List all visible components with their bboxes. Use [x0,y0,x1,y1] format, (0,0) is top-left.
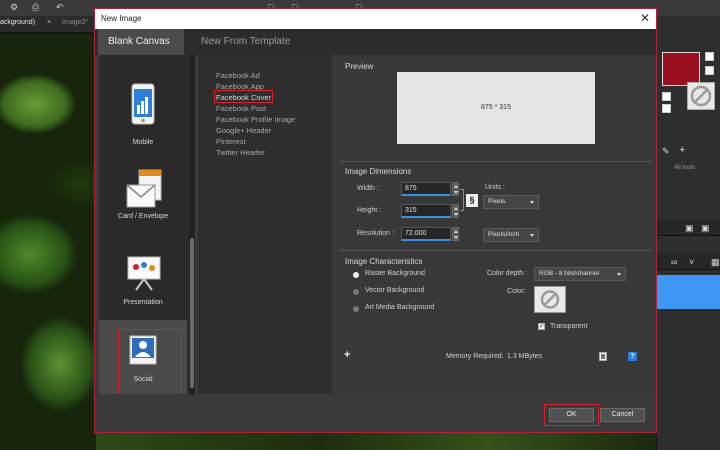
selected-layer-row[interactable] [657,275,720,309]
highlight-box [214,90,273,103]
new-image-dialog: New Image ✕ Blank Canvas New From Templa… [94,8,657,433]
panel-icon[interactable]: ▣ [701,224,710,233]
add-preset-icon[interactable]: + [344,350,350,361]
link-aspect-icon[interactable]: § [466,194,478,207]
dialog-title: New Image [101,14,142,23]
transparent-label[interactable]: Transparent [550,323,587,330]
aspect-bracket [460,189,464,211]
all-tools-label: All tools [674,165,696,171]
background-color-well[interactable] [534,286,566,313]
close-tab-icon[interactable]: × [47,19,51,26]
vector-label[interactable]: Vector Background [365,287,424,294]
highlight-box [544,404,599,426]
resolution-label: Resolution : [357,230,394,237]
link-layer-icon[interactable]: ∞ [671,258,677,267]
height-spinner[interactable] [452,204,459,218]
dialog-footer: OK Cancel [95,394,656,432]
height-input[interactable] [401,204,451,218]
height-label: Height : [357,207,382,214]
color-label: Color: [507,288,526,295]
document-tab[interactable]: ackground) [0,19,35,26]
units-select[interactable]: Pixels [483,195,539,209]
characteristics-title: Image Characteristics [345,257,423,266]
tab-blank-canvas[interactable]: Blank Canvas [98,29,184,55]
tab-new-from-template[interactable]: New From Template [191,29,300,55]
transparent-checkbox[interactable]: ✓ [538,323,545,330]
swap-colors-icon[interactable] [705,52,714,61]
panel-header: ▣ ▣ [657,220,720,236]
resolution-spinner[interactable] [452,227,459,241]
category-card-envelope[interactable]: Card / Envelope [99,157,187,243]
canvas-image [0,34,96,450]
dialog-tab-bar: Blank Canvas New From Template [95,29,656,55]
list-item[interactable]: Facebook Ad [216,71,260,80]
layer-toolbar: ∞ ˅ ▦ [657,254,720,270]
category-mobile[interactable]: Mobile [99,71,187,157]
dimensions-title: Image Dimensions [345,167,412,176]
category-label: Card / Envelope [117,213,169,220]
category-label: Mobile [132,139,154,146]
envelope-icon [126,169,162,208]
add-icon[interactable]: + [679,145,685,156]
preview-canvas: 875 * 315 [397,72,595,144]
list-item[interactable]: Pinterest [216,137,246,146]
document-tab-bar: ackground) × Image2* [0,16,100,33]
art-media-label[interactable]: Art Media Background [365,304,434,311]
document-info-icon[interactable] [599,352,607,361]
print-icon[interactable]: ⎙ [32,3,42,12]
layer-option-icon[interactable]: ▦ [711,258,720,267]
undo-icon[interactable]: ↶ [56,3,66,12]
category-label: Presentation [123,299,163,306]
list-item[interactable]: Facebook Profile Image [216,115,295,124]
width-input[interactable] [401,182,451,196]
color-depth-label: Color depth : [487,270,528,277]
chevron-down-icon[interactable]: ˅ [689,258,694,267]
reset-colors-icon[interactable] [705,66,714,75]
close-icon[interactable]: ✕ [640,11,650,25]
mobile-icon [131,83,155,125]
help-icon[interactable]: ? [628,352,637,361]
resolution-input[interactable] [401,227,451,241]
document-tab[interactable]: Image2* [62,19,88,26]
width-label: Width : [357,185,379,192]
memory-label: Memory Required: [446,353,504,360]
dialog-title-bar[interactable]: New Image ✕ [95,9,656,29]
divider [339,250,652,251]
preview-title: Preview [345,62,374,71]
panel-icon[interactable]: ▣ [685,224,694,233]
category-list: Mobile Card / Envelope Presentation Soci… [99,55,195,406]
units-label: Units : [485,184,505,191]
color-swatch-small[interactable] [662,92,671,101]
memory-value: 1.3 MBytes [507,353,543,360]
presentation-icon [127,256,161,291]
no-color-icon[interactable] [687,82,715,110]
resolution-unit-select[interactable]: Pixels/inch [483,228,539,242]
no-color-icon [540,290,560,309]
canvas-image [96,433,656,450]
vector-radio[interactable] [353,289,359,295]
cancel-button[interactable]: Cancel [600,408,645,422]
width-spinner[interactable] [452,182,459,196]
settings-panel: Preview 875 * 315 Image Dimensions Width… [335,55,656,394]
right-panel: ✎ + All tools ▣ ▣ ∞ ˅ ▦ [656,16,720,450]
color-depth-select[interactable]: RGB - 8 bits/channel [534,267,626,281]
color-swatch-small[interactable] [662,104,671,113]
list-item[interactable]: Google+ Header [216,126,271,135]
art-media-radio[interactable] [353,306,359,312]
category-presentation[interactable]: Presentation [99,243,187,329]
divider [339,161,652,162]
highlight-box [118,329,182,397]
share-icon[interactable]: ⚙ [10,3,20,12]
category-scrollbar[interactable] [189,55,195,394]
brush-icon[interactable]: ✎ [662,147,670,156]
list-item[interactable]: Facebook Post [216,104,266,113]
raster-label[interactable]: Raster Background [365,270,425,277]
template-list: Facebook Ad Facebook App Facebook Cover … [198,55,332,394]
raster-radio[interactable] [353,272,359,278]
list-item[interactable]: Twitter Header [216,148,265,157]
foreground-color-swatch[interactable] [662,52,700,86]
scrollbar-thumb[interactable] [190,238,194,388]
